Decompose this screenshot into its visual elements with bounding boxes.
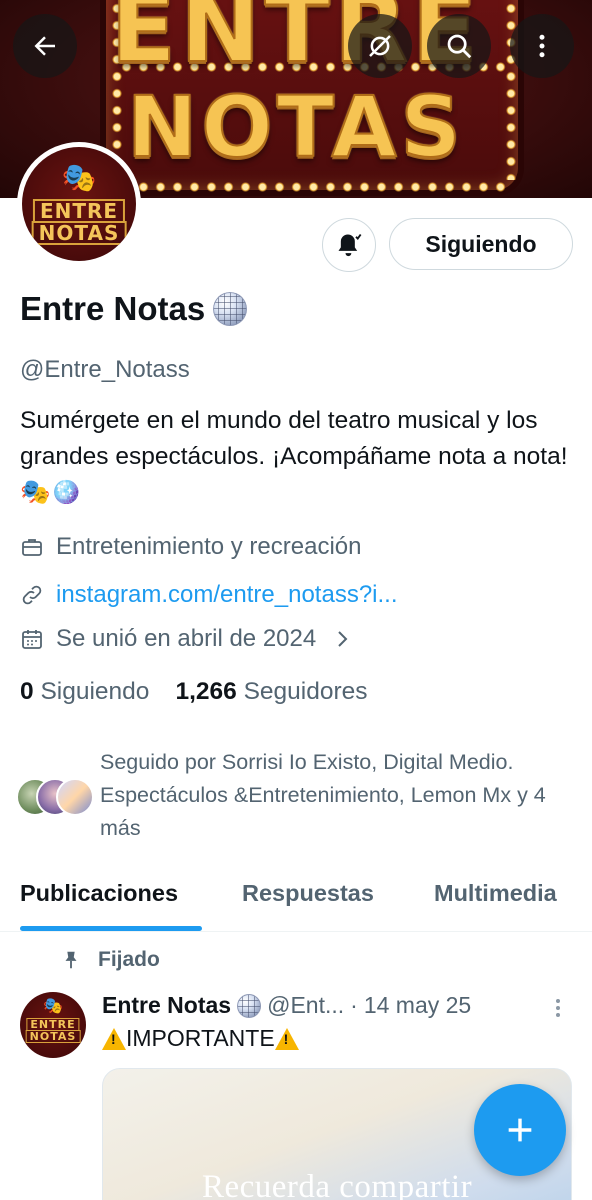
following-label: Siguiendo xyxy=(40,678,150,705)
profile-stats: 0 Siguiendo 1,266 Seguidores xyxy=(20,678,368,706)
followers-stat[interactable]: 1,266 Seguidores xyxy=(175,678,367,706)
warning-icon xyxy=(102,1027,126,1050)
profile-joined[interactable]: Se unió en abril de 2024 xyxy=(20,625,354,653)
more-vertical-icon xyxy=(539,34,545,58)
joined-text: Se unió en abril de 2024 xyxy=(56,625,317,652)
followed-by-text: Seguido por Sorrisi Io Existo, Digital M… xyxy=(100,750,546,840)
chevron-right-icon xyxy=(338,631,348,647)
back-button[interactable] xyxy=(13,14,77,78)
profile-bio: Sumérgete en el mundo del teatro musical… xyxy=(20,407,568,506)
following-stat[interactable]: 0 Siguiendo xyxy=(20,678,149,706)
pinned-label: Fijado xyxy=(60,948,160,972)
post-author-handle[interactable]: @Ent... xyxy=(267,992,344,1019)
post-date[interactable]: 14 may 25 xyxy=(364,992,471,1019)
briefcase-icon xyxy=(22,539,42,556)
plus-icon xyxy=(508,1118,532,1142)
back-arrow-icon xyxy=(34,36,55,56)
followers-label: Seguidores xyxy=(243,678,368,705)
tab-publicaciones[interactable]: Publicaciones xyxy=(20,880,178,907)
tab-multimedia[interactable]: Multimedia xyxy=(434,880,557,907)
post-avatar-logo-line2: NOTAS xyxy=(25,1030,81,1043)
post-header: Entre Notas @Ent... · 14 may 25 xyxy=(102,992,572,1019)
disco-ball-icon xyxy=(213,292,248,326)
hide-button[interactable] xyxy=(348,14,412,78)
post-author-avatar[interactable]: 🎭 ENTRE NOTAS xyxy=(20,992,86,1058)
banner-title-line1: ENTRE xyxy=(110,0,482,85)
pin-icon xyxy=(65,951,77,969)
followers-count: 1,266 xyxy=(175,678,237,705)
avatar-logo-line2: NOTAS xyxy=(31,221,127,245)
disco-ball-icon xyxy=(237,993,262,1018)
profile-website[interactable]: instagram.com/entre_notass?i... xyxy=(20,581,398,609)
more-options-button[interactable] xyxy=(510,14,574,78)
tab-respuestas[interactable]: Respuestas xyxy=(242,880,374,907)
following-count: 0 xyxy=(20,678,34,705)
profile-name: Entre Notas xyxy=(20,290,248,328)
post-text: IMPORTANTE xyxy=(102,1025,299,1052)
avatar xyxy=(56,777,94,816)
followed-by[interactable]: Seguido por Sorrisi Io Existo, Digital M… xyxy=(16,746,580,845)
avatar-logo: 🎭 ENTRE NOTAS xyxy=(22,147,136,261)
search-icon xyxy=(447,34,472,59)
avatar-logo-line1: ENTRE xyxy=(32,199,126,223)
theater-masks-icon: 🎭 xyxy=(43,998,63,1015)
calendar-icon xyxy=(22,630,42,649)
pinned-text: Fijado xyxy=(98,948,160,971)
search-button[interactable] xyxy=(427,14,491,78)
compose-button[interactable] xyxy=(474,1084,566,1176)
profile-category: Entretenimiento y recreación xyxy=(20,533,361,561)
profile-handle: @Entre_Notass xyxy=(20,356,190,383)
post-text-content: IMPORTANTE xyxy=(126,1025,275,1051)
link-icon xyxy=(22,585,42,605)
notifications-button[interactable] xyxy=(322,218,376,272)
post-separator: · xyxy=(350,992,358,1018)
hide-icon xyxy=(369,35,391,57)
banner-bulbs-bottom xyxy=(118,182,508,192)
post-more-icon[interactable] xyxy=(550,996,566,1020)
bell-icon xyxy=(338,233,362,257)
profile-tabs: Publicaciones Respuestas Multimedia xyxy=(0,862,592,932)
category-text: Entretenimiento y recreación xyxy=(56,533,362,560)
following-button[interactable]: Siguiendo xyxy=(389,218,573,270)
website-link[interactable]: instagram.com/entre_notass?i... xyxy=(56,581,398,609)
media-caption: Recuerda compartir xyxy=(201,1169,473,1200)
theater-masks-icon: 🎭 xyxy=(61,162,97,193)
warning-icon xyxy=(274,1027,299,1050)
active-tab-indicator xyxy=(20,926,202,931)
post-author-name[interactable]: Entre Notas xyxy=(102,992,231,1019)
profile-name-text: Entre Notas xyxy=(20,290,206,327)
profile-avatar[interactable]: 🎭 ENTRE NOTAS xyxy=(17,142,141,266)
followed-by-avatars xyxy=(16,774,96,818)
